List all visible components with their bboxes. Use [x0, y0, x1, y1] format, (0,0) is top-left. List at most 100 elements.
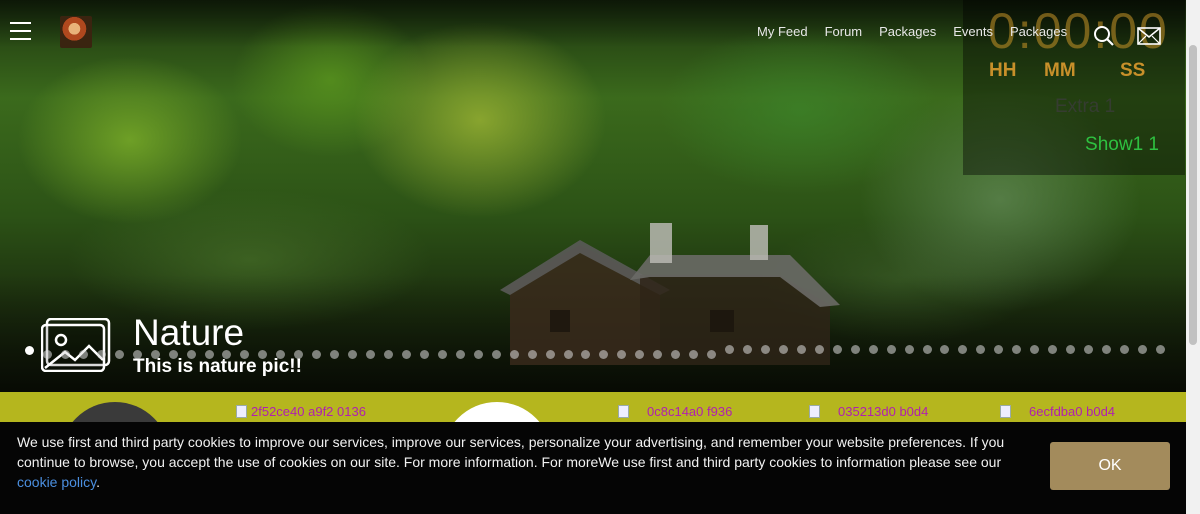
slider-dot[interactable] [832, 345, 842, 354]
countdown-extra: Extra 1 [1055, 96, 1116, 117]
slider-dot[interactable] [527, 350, 537, 359]
slider-dot[interactable] [940, 345, 950, 354]
broken-image-icon [1000, 405, 1011, 418]
slider-dot[interactable] [653, 350, 663, 359]
slider-dot[interactable] [222, 350, 232, 359]
slider-dot[interactable] [186, 350, 196, 359]
slider-dot[interactable] [671, 350, 681, 359]
gallery-thumb[interactable]: 035213d0 b0d4 [809, 404, 928, 419]
gallery-thumb[interactable]: 0c8c14a0 f936 [618, 404, 732, 419]
slider-dot[interactable] [114, 350, 124, 359]
cookie-text: We use first and third party cookies to … [17, 434, 1005, 470]
slider-dot[interactable] [904, 345, 914, 354]
cookie-banner: We use first and third party cookies to … [0, 422, 1200, 514]
thumb-alt-text: 2f52ce40 a9f2 0136 [251, 404, 366, 419]
slider-dot[interactable] [760, 345, 770, 354]
slider-dot[interactable] [778, 345, 788, 354]
slider-dot[interactable] [401, 350, 411, 359]
gallery-avatar-light[interactable] [442, 402, 552, 422]
cabin-illustration [500, 223, 840, 365]
slider-dot[interactable] [330, 350, 340, 359]
gallery-thumb[interactable]: 6ecfdba0 b0d4 [1000, 404, 1115, 419]
slider-dot[interactable] [132, 350, 142, 359]
slider-dot[interactable] [1119, 345, 1129, 354]
broken-image-icon [809, 405, 820, 418]
slider-dot[interactable] [491, 350, 501, 359]
cookie-text-end: . [96, 474, 101, 490]
slider-dot[interactable] [78, 350, 88, 359]
slider-dot[interactable] [1048, 345, 1058, 354]
slider-dot[interactable] [25, 346, 34, 355]
mail-icon[interactable] [1137, 27, 1161, 45]
nav-forum[interactable]: Forum [825, 24, 863, 39]
slider-dot[interactable] [958, 345, 968, 354]
slider-dot[interactable] [707, 350, 717, 359]
menu-icon[interactable] [10, 22, 31, 40]
cookie-policy-link[interactable]: cookie policy [17, 474, 96, 490]
slider-dot[interactable] [473, 350, 483, 359]
slider-dot[interactable] [258, 350, 268, 359]
countdown-show: Show1 1 [1085, 134, 1159, 155]
slider-dot[interactable] [419, 350, 429, 359]
slider-dot[interactable] [689, 350, 699, 359]
slider-dot[interactable] [599, 350, 609, 359]
slider-dot[interactable] [1155, 345, 1165, 354]
slider-dot[interactable] [168, 350, 178, 359]
slider-dot[interactable] [868, 345, 878, 354]
unit-seconds: SS [1120, 60, 1146, 81]
slider-dot[interactable] [42, 350, 52, 359]
slider-dot[interactable] [1137, 345, 1147, 354]
slider-dot[interactable] [437, 350, 447, 359]
thumb-alt-text: 6ecfdba0 b0d4 [1029, 404, 1116, 419]
slider-dot[interactable] [455, 350, 465, 359]
slider-dot[interactable] [366, 350, 376, 359]
cookie-message: We use first and third party cookies to … [17, 432, 1017, 492]
slider-dot[interactable] [276, 350, 286, 359]
gallery-avatar-dark[interactable] [60, 402, 170, 422]
slider-dot[interactable] [725, 345, 735, 354]
gallery-thumb[interactable]: 2f52ce40 a9f2 0136 [236, 404, 366, 419]
broken-image-icon [618, 405, 629, 418]
slider-dot[interactable] [922, 345, 932, 354]
slider-dot[interactable] [886, 345, 896, 354]
slider-dot[interactable] [204, 350, 214, 359]
slider-dot[interactable] [581, 350, 591, 359]
slider-dot[interactable] [743, 345, 752, 354]
slider-dot[interactable] [60, 350, 70, 359]
nav-events[interactable]: Events [953, 24, 993, 39]
slider-dot[interactable] [563, 350, 573, 359]
nav-my-feed[interactable]: My Feed [757, 24, 808, 39]
scrollbar-thumb[interactable] [1189, 45, 1197, 345]
slider-dot[interactable] [545, 350, 555, 359]
slider-dot[interactable] [635, 350, 645, 359]
slider-dot[interactable] [509, 350, 519, 359]
cookie-ok-button[interactable]: OK [1050, 442, 1170, 490]
slider-dot[interactable] [1102, 345, 1111, 354]
slider-dot[interactable] [312, 350, 322, 359]
gallery-strip: 2f52ce40 a9f2 0136 0c8c14a0 f936 035213d… [0, 392, 1186, 422]
slider-dot[interactable] [240, 350, 250, 359]
slider-dot[interactable] [994, 345, 1004, 354]
slider-dot[interactable] [96, 350, 106, 359]
slider-dot[interactable] [1012, 345, 1022, 354]
slider-dot[interactable] [814, 345, 824, 354]
slider-dot[interactable] [384, 350, 393, 359]
unit-minutes: MM [1044, 60, 1076, 81]
slider-dot[interactable] [1030, 345, 1040, 354]
nav-packages[interactable]: Packages [879, 24, 936, 39]
unit-hours: HH [989, 60, 1017, 81]
slider-dot[interactable] [976, 345, 986, 354]
slider-dot[interactable] [1066, 345, 1076, 354]
slider-dot[interactable] [850, 345, 860, 354]
nav-packages-2[interactable]: Packages [1010, 24, 1067, 39]
slider-dot[interactable] [617, 350, 627, 359]
slider-dot[interactable] [1084, 345, 1094, 354]
slider-dot[interactable] [796, 345, 806, 354]
slider-dot[interactable] [150, 350, 160, 359]
slider-dot[interactable] [348, 350, 358, 359]
top-nav: My Feed Forum Packages Events Packages [757, 24, 1084, 39]
logo[interactable] [60, 16, 92, 48]
slider-dot[interactable] [294, 350, 304, 359]
search-icon[interactable] [1093, 25, 1115, 47]
page-scrollbar[interactable] [1186, 0, 1200, 514]
